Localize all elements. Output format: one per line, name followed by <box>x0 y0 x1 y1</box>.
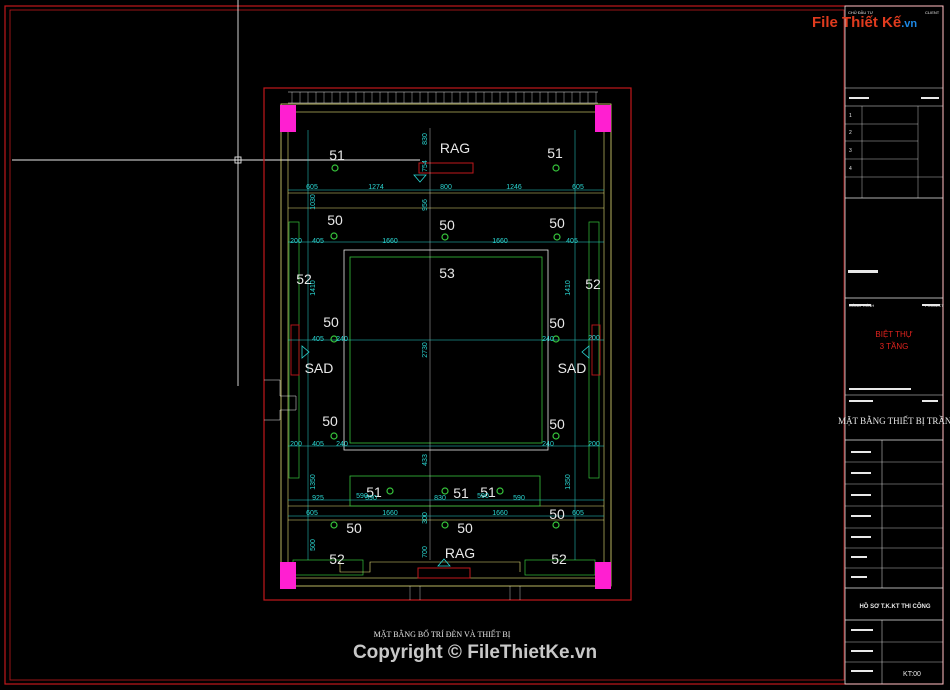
dimension-label: 1410 <box>310 280 317 296</box>
dimension-label: 1350 <box>565 474 572 490</box>
dimension-label: 1030 <box>310 194 317 210</box>
dimension-label: 200 <box>290 238 302 245</box>
fixture-label: 50 <box>457 520 473 536</box>
dimension-label: 500 <box>310 539 317 551</box>
dimension-label: 754 <box>422 160 429 172</box>
dimension-label: 405 <box>566 238 578 245</box>
fixture-label: 50 <box>346 520 362 536</box>
dimension-label: 1660 <box>492 238 508 245</box>
sheet-outer-frame <box>4 5 944 685</box>
dimension-label: 605 <box>306 510 318 517</box>
center-fixture-label: 53 <box>439 265 455 281</box>
fixture-label: 50 <box>549 506 565 522</box>
fixture-label: 52 <box>585 276 601 292</box>
sad-label-right: SAD <box>558 360 587 376</box>
rag-label-top: RAG <box>440 140 470 156</box>
dimension-label: 590 <box>477 493 489 500</box>
fixture-label: 50 <box>549 315 565 331</box>
dimension-label: 240 <box>336 336 348 343</box>
dimension-label: 830 <box>422 133 429 145</box>
fixture-label: 51 <box>329 147 345 163</box>
fixture-label: 51 <box>453 485 469 501</box>
revision-row-4: 4 <box>849 166 852 172</box>
fixture-label: 50 <box>439 217 455 233</box>
fixture-label: 50 <box>549 215 565 231</box>
drawing-caption: MẶT BẰNG BỐ TRÍ ĐÈN VÀ THIẾT BỊ <box>374 629 511 639</box>
light-fixture-icon <box>552 335 560 343</box>
dimension-label: 405 <box>312 238 324 245</box>
dimension-label: 1274 <box>368 184 384 191</box>
revision-row-3: 3 <box>849 148 852 154</box>
cad-drawing-canvas[interactable]: CHỦ ĐẦU TƯ CLIENT 1 2 3 4 CÔNG TRÌNH PRO… <box>0 0 950 690</box>
dimension-label: 605 <box>572 510 584 517</box>
dimension-label: 605 <box>572 184 584 191</box>
logo-brand: File Thiết Kế <box>812 14 902 31</box>
fixture-label: 52 <box>551 551 567 567</box>
light-fixture-icon <box>496 487 504 495</box>
dimension-label: 200 <box>588 335 600 342</box>
light-fixture-icon <box>553 233 561 241</box>
dimension-label: 1660 <box>382 238 398 245</box>
dimension-label: 433 <box>422 454 429 466</box>
dimension-label: 605 <box>306 184 318 191</box>
dimension-label: 240 <box>336 441 348 448</box>
dimension-label: 1350 <box>310 474 317 490</box>
light-fixture-icon <box>552 521 560 529</box>
light-fixture-icon <box>552 432 560 440</box>
dimension-labels: 605 1274 800 1246 605 405 1660 1660 405 405 240 240… <box>290 133 600 558</box>
fixture-label: 51 <box>547 145 563 161</box>
dimension-label: 240 <box>542 441 554 448</box>
dimension-label: 700 <box>422 546 429 558</box>
filethietke-logo: File Thiết Kế.vn <box>812 14 917 31</box>
fixture-labels: 51 5150 50 5052 5250 5050 5051 51 5150 505052 52 <box>296 145 601 567</box>
dimension-label: 1660 <box>382 510 398 517</box>
fixture-label: 52 <box>329 551 345 567</box>
dimension-label: 2730 <box>422 342 429 358</box>
cad-viewport[interactable]: CHỦ ĐẦU TƯ CLIENT 1 2 3 4 CÔNG TRÌNH PRO… <box>0 0 950 690</box>
dimension-label: 200 <box>588 441 600 448</box>
project-label-en: PROJECT <box>925 303 944 308</box>
dimension-label: 300 <box>422 512 429 524</box>
dimension-label: 405 <box>312 441 324 448</box>
dimension-label: 956 <box>422 199 429 211</box>
dimension-label: 1410 <box>565 280 572 296</box>
project-name-line1: BIỆT THỰ <box>875 330 912 339</box>
revision-row-1: 1 <box>849 113 852 119</box>
dimension-label: 590 <box>356 493 368 500</box>
revision-row-2: 2 <box>849 130 852 136</box>
dimension-label: 590 <box>513 495 525 502</box>
light-fixture-icon <box>330 432 338 440</box>
light-fixture-icon <box>441 487 449 495</box>
dimension-label: 925 <box>312 495 324 502</box>
drawing-title: MẶT BẰNG THIẾT BỊ TRẦN <box>838 416 950 426</box>
dimension-label: 405 <box>312 336 324 343</box>
rag-label-bottom: RAG <box>445 545 475 561</box>
light-fixture-icon <box>330 521 338 529</box>
light-fixture-icon <box>441 521 449 529</box>
fixture-label: 50 <box>327 212 343 228</box>
title-block-client-label-en: CLIENT <box>925 10 940 15</box>
light-fixture-icon <box>331 164 339 172</box>
dimension-label: 800 <box>440 184 452 191</box>
fixture-label: 50 <box>549 416 565 432</box>
dimension-label: 200 <box>290 441 302 448</box>
copyright-watermark: Copyright © FileThietKe.vn <box>352 642 598 663</box>
project-label: CÔNG TRÌNH <box>849 303 874 308</box>
dimension-label: 830 <box>434 495 446 502</box>
project-name-line2: 3 TẦNG <box>880 341 909 351</box>
light-fixture-icon <box>386 487 394 495</box>
light-fixture-icon <box>441 233 449 241</box>
logo-domain: .vn <box>901 18 918 30</box>
light-fixture-icon <box>552 164 560 172</box>
dimension-label: 1246 <box>506 184 522 191</box>
company-line: HỒ SƠ T.K.KT THI CÔNG <box>859 602 930 610</box>
light-fixture-icon <box>330 232 338 240</box>
sheet-code: KT:00 <box>903 671 921 678</box>
fixture-label: 50 <box>323 314 339 330</box>
fixture-label: 50 <box>322 413 338 429</box>
dimension-label: 1660 <box>492 510 508 517</box>
sad-label-left: SAD <box>305 360 334 376</box>
dimension-label: 240 <box>542 336 554 343</box>
